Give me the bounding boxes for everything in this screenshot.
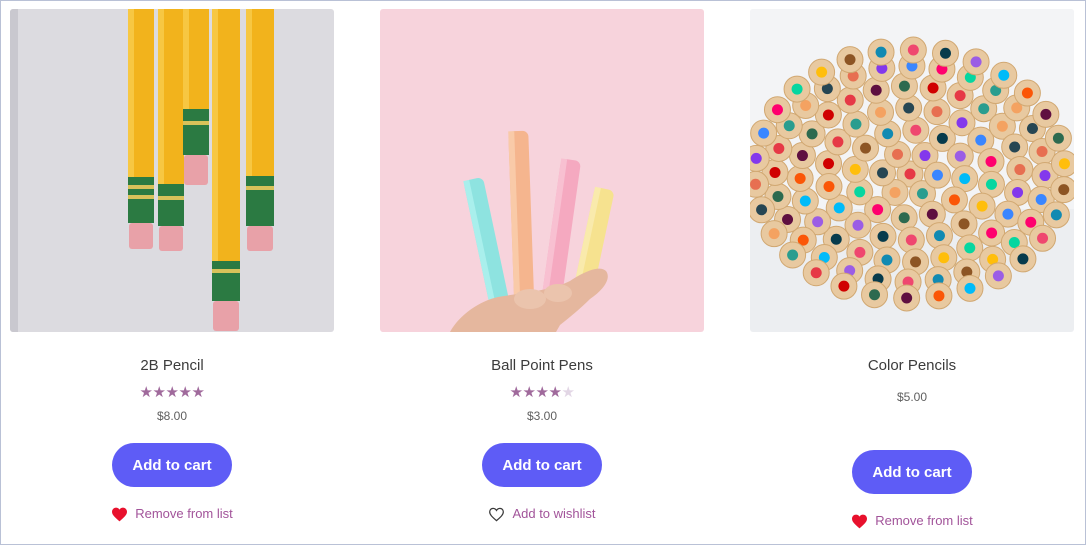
heart-filled-icon xyxy=(112,507,128,521)
yellow-pencils-image xyxy=(10,9,334,332)
add-to-cart-button[interactable]: Add to cart xyxy=(112,443,232,487)
star-rating: ★★★★★ xyxy=(380,384,704,402)
color-pencils-image xyxy=(750,9,1074,332)
add-to-cart-button[interactable]: Add to cart xyxy=(852,450,972,494)
wishlist-label: Remove from list xyxy=(875,513,973,528)
star-filled-icon: ★ xyxy=(548,384,562,401)
star-filled-icon: ★ xyxy=(535,384,549,401)
pastel-pens-image xyxy=(380,9,704,332)
product-grid: 2B Pencil ★★★★★ $8.00 Add to cart Remove… xyxy=(0,0,1086,545)
heart-filled-icon xyxy=(852,514,868,528)
product-title[interactable]: 2B Pencil xyxy=(10,356,334,376)
star-filled-icon: ★ xyxy=(191,384,205,401)
product-card: 2B Pencil ★★★★★ $8.00 Add to cart Remove… xyxy=(10,1,334,525)
product-image-link[interactable] xyxy=(750,9,1074,332)
product-price: $3.00 xyxy=(526,409,558,423)
product-title[interactable]: Color Pencils xyxy=(750,356,1074,376)
star-filled-icon: ★ xyxy=(152,384,166,401)
product-title[interactable]: Ball Point Pens xyxy=(380,356,704,376)
star-filled-icon: ★ xyxy=(522,384,536,401)
star-filled-icon: ★ xyxy=(139,384,153,401)
product-price: $8.00 xyxy=(156,409,188,423)
product-image-link[interactable] xyxy=(380,9,704,332)
add-to-cart-button[interactable]: Add to cart xyxy=(482,443,602,487)
product-price: $5.00 xyxy=(896,390,928,404)
remove-from-list-link[interactable]: Remove from list xyxy=(10,503,334,525)
wishlist-label: Add to wishlist xyxy=(512,506,596,521)
star-rating: ★★★★★ xyxy=(10,384,334,402)
star-filled-icon: ★ xyxy=(509,384,523,401)
product-card: Ball Point Pens ★★★★★ $3.00 Add to cart … xyxy=(380,1,704,525)
product-card: Color Pencils $5.00 Add to cart Remove f… xyxy=(750,1,1074,532)
wishlist-label: Remove from list xyxy=(135,506,233,521)
star-filled-icon: ★ xyxy=(178,384,192,401)
remove-from-list-link[interactable]: Remove from list xyxy=(750,510,1074,532)
heart-outline-icon xyxy=(489,507,505,521)
product-image-link[interactable] xyxy=(10,9,334,332)
star-empty-icon: ★ xyxy=(561,384,575,401)
add-to-wishlist-link[interactable]: Add to wishlist xyxy=(380,503,704,525)
star-filled-icon: ★ xyxy=(165,384,179,401)
